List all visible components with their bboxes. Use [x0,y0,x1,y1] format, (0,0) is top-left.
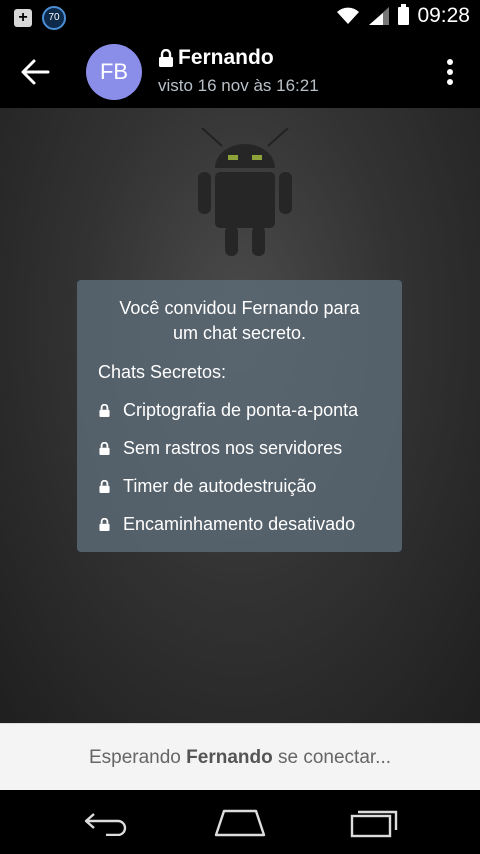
back-arrow-icon[interactable] [20,58,50,86]
overflow-menu-icon[interactable] [446,58,454,86]
last-seen-text: visto 16 nov às 16:21 [158,76,319,95]
waiting-suffix: se conectar... [278,747,392,768]
lock-icon [99,518,110,531]
status-bar: + 70 09:28 [0,0,480,36]
feature-label: Criptografia de ponta-a-ponta [123,400,359,420]
feature-item: Sem rastros nos servidores [98,438,342,459]
lock-icon [159,49,173,67]
badge-text: 70 [48,12,60,23]
feature-item: Encaminhamento desativado [98,514,355,535]
battery-icon [398,4,410,25]
feature-item: Timer de autodestruição [98,476,316,497]
nav-back-icon[interactable] [84,808,130,836]
avatar[interactable]: FB [86,44,142,100]
plus-notification-icon: + [14,9,32,27]
chat-title: Fernando [178,46,274,69]
intro-line-1: Você convidou Fernando para [119,298,360,318]
lock-icon [99,442,110,455]
intro-line-2: um chat secreto. [172,323,307,343]
secret-chat-info-card: Você convidou Fernando para um chat secr… [77,280,402,552]
status-time: 09:28 [417,4,470,27]
lock-icon [99,404,110,417]
status-left-icons: + 70 [14,6,66,30]
waiting-prefix: Esperando [88,747,181,768]
nav-recents-icon[interactable] [350,808,398,838]
chat-title-row[interactable]: Fernando [158,46,274,70]
waiting-status-bar: Esperando Fernando se conectar... [0,723,480,791]
feature-label: Sem rastros nos servidores [123,438,343,458]
signal-icon [369,7,390,25]
waiting-contact-name: Fernando [186,747,273,768]
system-nav-bar [0,790,480,854]
lock-icon [99,480,110,493]
android-mascot-wallpaper-icon [198,128,292,256]
feature-item: Criptografia de ponta-a-ponta [98,400,358,421]
chat-header: FB Fernando visto 16 nov às 16:21 [0,36,480,108]
chat-background: Você convidou Fernando para um chat secr… [0,108,480,723]
feature-label: Encaminhamento desativado [123,514,356,534]
card-heading: Chats Secretos: [98,362,227,382]
nav-home-icon[interactable] [214,808,266,838]
status-right-icons: 09:28 [336,4,470,28]
feature-label: Timer de autodestruição [123,476,317,496]
wifi-icon [337,7,360,24]
speed-70-icon: 70 [42,6,66,30]
card-intro: Você convidou Fernando para um chat secr… [77,296,402,346]
